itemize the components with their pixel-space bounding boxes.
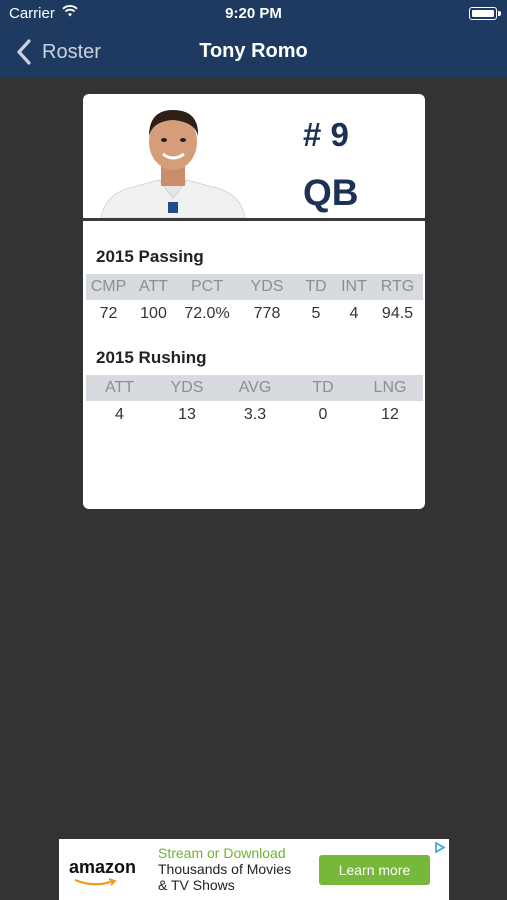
rushing-value-att: 4	[115, 406, 124, 423]
rushing-header-row: ATT YDS AVG TD LNG	[86, 375, 423, 401]
rushing-header-yds: YDS	[170, 379, 204, 396]
passing-section-title: 2015 Passing	[96, 247, 204, 266]
passing-table: CMP ATT PCT YDS TD INT RTG 72 100 72.0% …	[86, 274, 423, 327]
jersey-number: # 9	[303, 116, 349, 153]
passing-header-yds: YDS	[250, 278, 284, 295]
learn-more-button[interactable]: Learn more	[319, 855, 430, 885]
status-bar: Carrier 9:20 PM	[0, 0, 507, 28]
passing-header-cmp: CMP	[90, 278, 127, 295]
passing-value-att: 100	[140, 305, 167, 322]
rushing-header-avg: AVG	[238, 379, 272, 396]
ad-body-line1: Thousands of Movies	[158, 861, 292, 877]
rushing-value-lng: 12	[381, 406, 399, 423]
player-position: QB	[303, 172, 359, 213]
passing-header-rtg: RTG	[380, 278, 415, 295]
rushing-header-lng: LNG	[373, 379, 407, 396]
rushing-header-att: ATT	[104, 379, 135, 396]
passing-value-td: 5	[311, 305, 321, 322]
rushing-header-td: TD	[312, 379, 334, 396]
passing-value-yds: 778	[253, 305, 281, 322]
navigation-bar: Carrier 9:20 PM Roster Tony Romo	[0, 0, 507, 78]
player-header: # 9 QB	[83, 94, 425, 221]
passing-value-pct: 72.0%	[184, 305, 230, 322]
passing-header-int: INT	[341, 278, 367, 295]
passing-value-rtg: 94.5	[381, 305, 414, 322]
passing-header-att: ATT	[138, 278, 169, 295]
player-photo	[100, 110, 246, 218]
clock: 9:20 PM	[225, 5, 282, 22]
amazon-logo: amazon	[69, 857, 137, 877]
page-title: Tony Romo	[199, 40, 308, 62]
rushing-value-avg: 3.3	[243, 406, 267, 423]
passing-value-int: 4	[349, 305, 359, 322]
rushing-value-yds: 13	[178, 406, 196, 423]
rushing-value-td: 0	[318, 406, 328, 423]
rushing-table: ATT YDS AVG TD LNG 4 13 3.3 0 12	[86, 375, 423, 428]
rushing-section-title: 2015 Rushing	[96, 348, 207, 367]
ad-headline: Stream or Download	[158, 845, 286, 861]
passing-header-row: CMP ATT PCT YDS TD INT RTG	[86, 274, 423, 300]
passing-header-pct: PCT	[191, 278, 223, 295]
passing-header-td: TD	[305, 278, 327, 295]
rushing-values-row: 4 13 3.3 0 12	[86, 402, 423, 428]
battery-icon	[469, 7, 501, 20]
player-card: # 9 QB 2015 Passing CMP ATT PCT YDS TD I…	[83, 94, 425, 509]
amazon-smile-icon	[74, 878, 117, 886]
ad-banner[interactable]: amazon Stream or Download Thousands of M…	[59, 839, 449, 900]
passing-value-cmp: 72	[99, 305, 118, 322]
passing-values-row: 72 100 72.0% 778 5 4 94.5	[86, 301, 423, 327]
adchoices-icon[interactable]	[433, 841, 446, 854]
ad-body-line2: & TV Shows	[158, 877, 235, 893]
